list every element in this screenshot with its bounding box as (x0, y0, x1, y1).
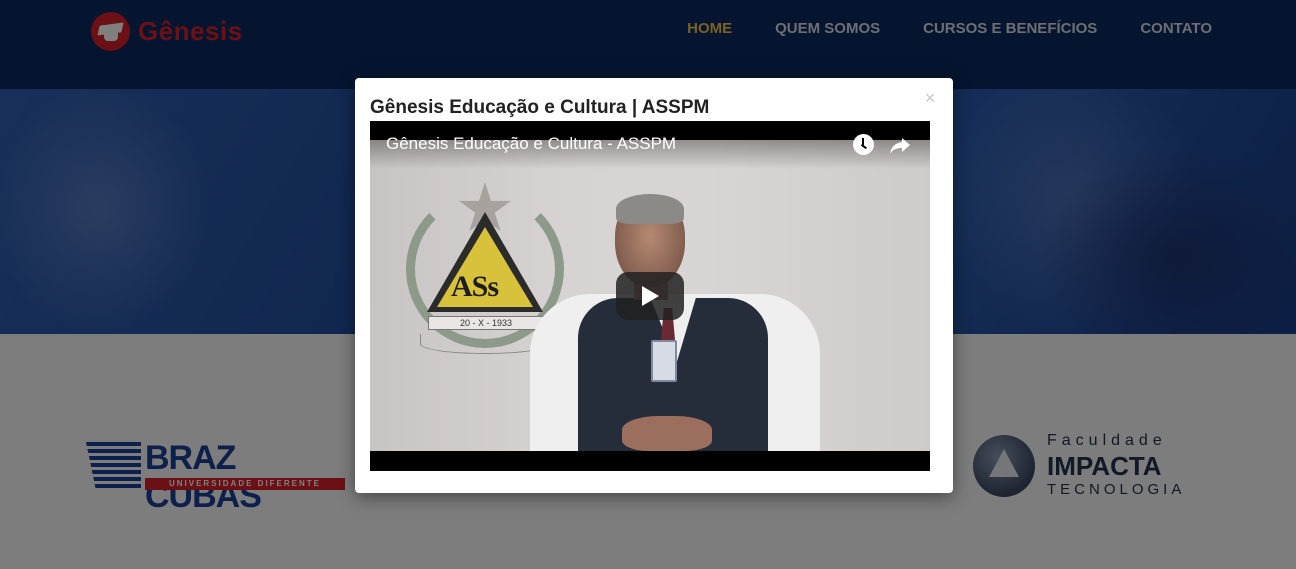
close-icon[interactable]: × (923, 89, 937, 107)
video-modal: × Gênesis Educação e Cultura | ASSPM ASs… (355, 78, 953, 493)
speaker-figure (530, 190, 820, 451)
share-icon[interactable] (889, 134, 911, 156)
watch-later-icon[interactable] (853, 134, 874, 155)
emblem-ribbon: 20 - X - 1933 (428, 316, 544, 330)
emblem-text: ASs (451, 270, 499, 303)
play-button[interactable] (616, 272, 684, 320)
modal-title: Gênesis Educação e Cultura | ASSPM (370, 97, 710, 118)
video-player[interactable]: ASs 20 - X - 1933 Gênesis Educação e Cul… (370, 121, 930, 471)
video-top-bar: Gênesis Educação e Cultura - ASSPM (370, 121, 930, 169)
speaker-hair (616, 194, 684, 224)
speaker-hands (622, 416, 712, 451)
emblem-date: 20 - X - 1933 (459, 318, 513, 328)
video-bottom-bar (370, 451, 930, 471)
video-title[interactable]: Gênesis Educação e Cultura - ASSPM (386, 134, 676, 154)
speaker-badge (651, 340, 677, 382)
